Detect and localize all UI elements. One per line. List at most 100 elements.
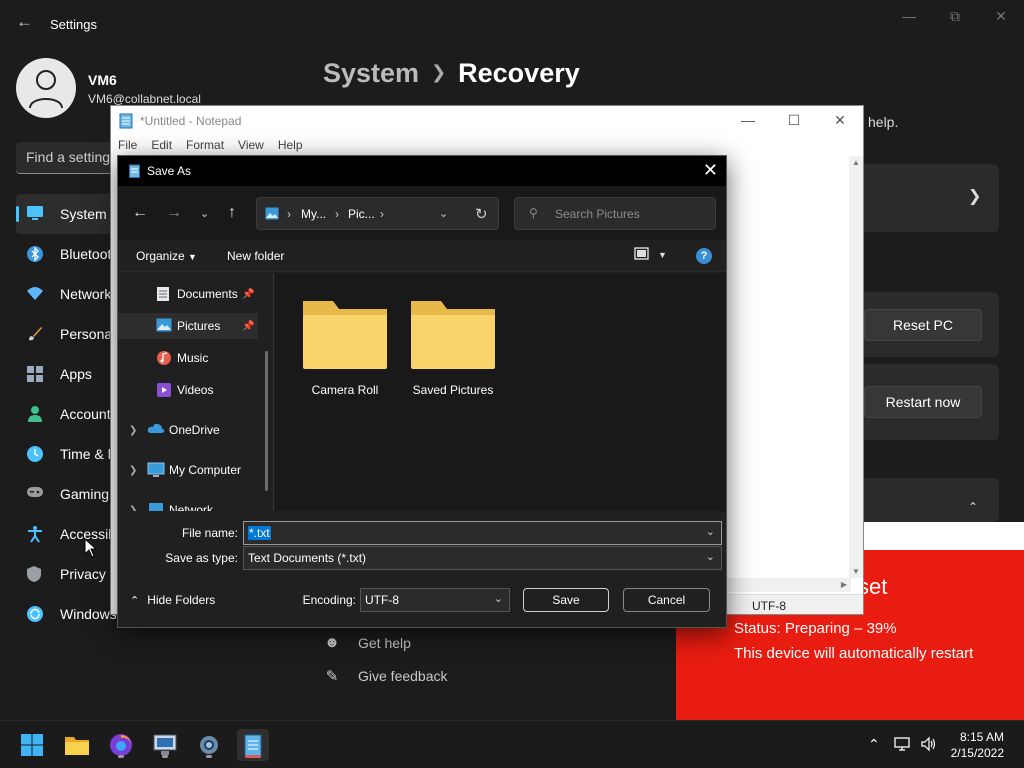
menu-format[interactable]: Format: [179, 136, 231, 156]
cancel-button[interactable]: Cancel: [623, 588, 710, 612]
menu-help[interactable]: Help: [271, 136, 310, 156]
sidebar-item-time-language[interactable]: Time & language: [16, 434, 116, 474]
hide-folders-button[interactable]: ⌃ Hide Folders: [130, 593, 215, 607]
tree-item-label: Documents: [177, 287, 238, 301]
scroll-down-icon[interactable]: ▼: [852, 567, 860, 576]
notepad-horizontal-scrollbar[interactable]: ▶: [727, 578, 851, 592]
restore-icon[interactable]: ⧉: [932, 0, 978, 32]
back-arrow-icon[interactable]: ←: [16, 13, 34, 31]
encoding-select[interactable]: UTF-8 ⌄: [360, 588, 510, 612]
chevron-down-icon[interactable]: ⌄: [439, 207, 448, 220]
recent-locations-icon[interactable]: ⌄: [200, 207, 209, 220]
user-email: VM6@collabnet.local: [88, 92, 201, 106]
volume-icon[interactable]: [920, 736, 938, 755]
reset-pc-card: Reset PC: [864, 292, 999, 357]
view-options-icon[interactable]: [634, 247, 650, 264]
sidebar-item-system[interactable]: System: [16, 194, 116, 234]
music-icon: [156, 350, 172, 365]
sidebar-item-windows-update[interactable]: Windows Update: [16, 594, 116, 634]
recovery-card-fix[interactable]: ❯: [864, 164, 999, 232]
refresh-icon[interactable]: ↻: [475, 205, 488, 223]
tree-item-videos[interactable]: Videos: [118, 377, 258, 403]
reset-message: This device will automatically restart: [734, 645, 974, 662]
new-folder-button[interactable]: New folder: [227, 249, 284, 263]
maximize-icon[interactable]: ☐: [771, 106, 817, 134]
tree-item-label: Videos: [177, 383, 214, 397]
notepad-icon[interactable]: [237, 729, 269, 761]
sidebar-item-privacy-security[interactable]: Privacy & security: [16, 554, 116, 594]
give-feedback-link[interactable]: ✎ Give feedback: [322, 667, 448, 685]
notepad-icon: [119, 113, 133, 129]
chevron-down-icon[interactable]: ▼: [658, 250, 667, 260]
close-icon[interactable]: ✕: [703, 160, 718, 181]
menu-edit[interactable]: Edit: [144, 136, 179, 156]
sidebar-item-gaming[interactable]: Gaming: [16, 474, 116, 514]
address-separator: ›: [335, 207, 339, 221]
address-bar[interactable]: › My... › Pic... › ⌄ ↻: [256, 197, 499, 230]
sidebar-item-bluetooth-devices[interactable]: Bluetooth & devices: [16, 234, 116, 274]
clock-date: 2/15/2022: [950, 746, 1004, 760]
sidebar-item-network-internet[interactable]: Network & internet: [16, 274, 116, 314]
folder-item[interactable]: Saved Pictures: [403, 293, 503, 403]
tree-item-onedrive[interactable]: ❯ OneDrive: [118, 417, 258, 443]
sidebar-item-accounts[interactable]: Accounts: [16, 394, 116, 434]
settings-gear-icon[interactable]: [193, 729, 225, 761]
forward-arrow-icon[interactable]: →: [166, 204, 182, 222]
chevron-up-icon[interactable]: ⌃: [868, 736, 880, 753]
address-segment-1[interactable]: My...: [301, 207, 326, 221]
restart-now-button[interactable]: Restart now: [864, 386, 982, 418]
up-arrow-icon[interactable]: ↑: [228, 204, 236, 222]
menu-view[interactable]: View: [231, 136, 271, 156]
tree-item-my-computer[interactable]: ❯ My Computer: [118, 457, 258, 483]
save-button[interactable]: Save: [523, 588, 609, 612]
chevron-down-icon[interactable]: ⌄: [706, 525, 715, 538]
close-icon[interactable]: ✕: [817, 106, 863, 134]
file-name-input[interactable]: *.txt ⌄: [243, 521, 722, 545]
breadcrumb-parent[interactable]: System: [323, 58, 419, 88]
tree-item-network[interactable]: ❯ Network: [118, 497, 258, 511]
sidebar-item-personalization[interactable]: Personalization: [16, 314, 116, 354]
menu-file[interactable]: File: [111, 136, 144, 156]
sidebar-item-accessibility[interactable]: Accessibility: [16, 514, 116, 554]
scroll-up-icon[interactable]: ▲: [852, 158, 860, 167]
help-icon: ☻: [324, 634, 340, 651]
scroll-right-icon[interactable]: ▶: [841, 580, 847, 589]
address-segment-2[interactable]: Pic...: [348, 207, 375, 221]
close-icon[interactable]: ✕: [978, 0, 1024, 32]
search-input[interactable]: ⚲ Search Pictures: [514, 197, 716, 230]
tree-item-documents[interactable]: Documents 📌: [118, 281, 258, 307]
chevron-right-icon[interactable]: ❯: [129, 465, 137, 476]
navigation-pane-scrollbar[interactable]: [265, 351, 268, 491]
network-icon[interactable]: [894, 736, 912, 755]
back-arrow-icon[interactable]: ←: [132, 204, 148, 222]
related-card[interactable]: ⌃: [864, 478, 999, 522]
get-help-link[interactable]: ☻ Get help: [322, 634, 411, 651]
tree-item-music[interactable]: Music: [118, 345, 258, 371]
firefox-icon[interactable]: [105, 729, 137, 761]
sidebar-item-apps[interactable]: Apps: [16, 354, 116, 394]
settings-nav: System Bluetooth & devices Network & inter…: [16, 194, 116, 634]
tree-item-pictures[interactable]: Pictures 📌: [118, 313, 258, 339]
chevron-down-icon[interactable]: ⌄: [494, 592, 503, 605]
sidebar-item-label: Bluetooth & devices: [60, 246, 116, 262]
start-icon[interactable]: [16, 729, 48, 761]
apps-icon: [26, 365, 44, 383]
chevron-down-icon: ▼: [188, 252, 197, 262]
user-name: VM6: [88, 72, 117, 88]
minimize-icon[interactable]: —: [886, 0, 932, 32]
remote-desktop-icon[interactable]: [149, 729, 181, 761]
minimize-icon[interactable]: —: [725, 106, 771, 134]
help-icon[interactable]: ?: [696, 248, 712, 264]
save-type-select[interactable]: Text Documents (*.txt) ⌄: [243, 546, 722, 570]
chevron-down-icon[interactable]: ⌄: [706, 550, 715, 563]
organize-button[interactable]: Organize ▼: [136, 249, 197, 263]
chevron-right-icon[interactable]: ❯: [129, 425, 137, 436]
folder-item[interactable]: Camera Roll: [295, 293, 395, 403]
file-explorer-icon[interactable]: [61, 729, 93, 761]
taskbar-clock[interactable]: 8:15 AM 2/15/2022: [951, 729, 1004, 761]
reset-pc-button[interactable]: Reset PC: [864, 309, 982, 341]
sidebar-item-label: Time & language: [60, 446, 116, 462]
notepad-vertical-scrollbar[interactable]: ▲ ▼: [849, 156, 863, 578]
notepad-menubar: File Edit Format View Help: [111, 136, 310, 156]
settings-title: Settings: [50, 17, 97, 32]
